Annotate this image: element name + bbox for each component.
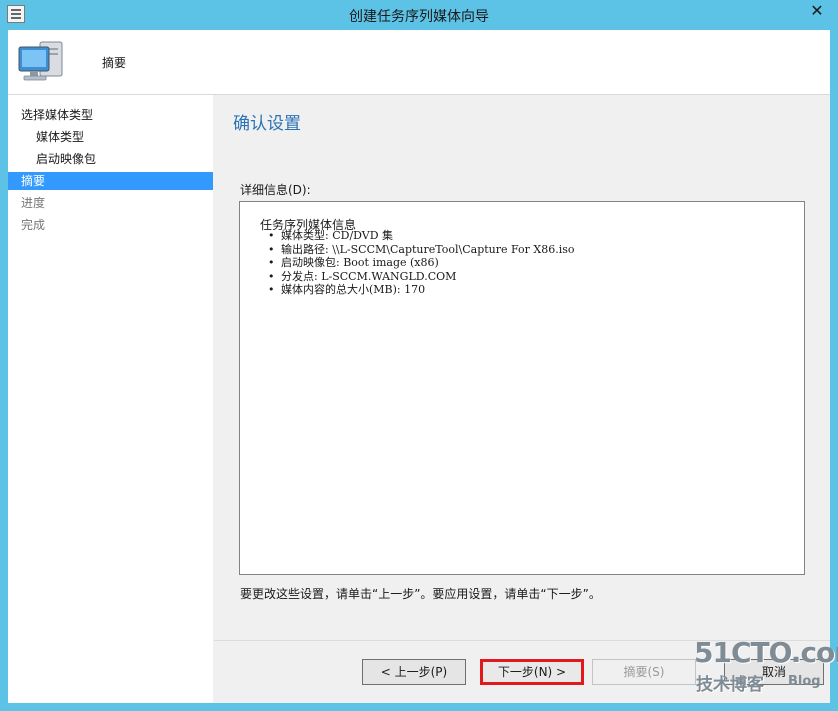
computer-monitor-icon	[18, 41, 63, 81]
detail-boot-image: • 启动映像包: Boot image (x86)	[268, 256, 439, 269]
page-title: 确认设置	[233, 114, 301, 134]
detail-distribution-point: • 分发点: L-SCCM.WANGLD.COM	[268, 269, 457, 283]
wizard-nav: 选择媒体类型 媒体类型 启动映像包 摘要 进度 完成	[8, 95, 213, 703]
summary-button: 摘要(S)	[592, 659, 696, 685]
wizard-header: 摘要	[8, 30, 830, 95]
wizard-window: 摘要 选择媒体类型 媒体类型 启动映像包 摘要 进度 完成 确认设置 详细信息(…	[8, 30, 830, 703]
wizard-content: 确认设置 详细信息(D): 任务序列媒体信息 • 媒体类型: CD/DVD 集 •…	[214, 95, 830, 703]
title-bar[interactable]: 创建任务序列媒体向导 ✕	[0, 0, 838, 30]
close-button[interactable]: ✕	[800, 0, 834, 24]
nav-item-boot-image[interactable]: 启动映像包	[8, 150, 213, 168]
detail-output-path: • 输出路径: \\L-SCCM\CaptureTool\Capture For …	[268, 242, 575, 256]
nav-item-progress: 进度	[21, 196, 46, 210]
window-title: 创建任务序列媒体向导	[349, 9, 489, 25]
nav-item-select-media-type[interactable]: 选择媒体类型	[8, 106, 213, 124]
nav-item-complete: 完成	[21, 218, 46, 232]
detail-total-size: • 媒体内容的总大小(MB): 170	[268, 283, 426, 296]
details-list: • 媒体类型: CD/DVD 集 • 输出路径: \\L-SCCM\CaptureT…	[258, 229, 575, 297]
details-textbox[interactable]: 任务序列媒体信息 • 媒体类型: CD/DVD 集 • 输出路径: \\L-SCCM…	[239, 201, 805, 575]
button-divider	[214, 640, 830, 641]
details-label: 详细信息(D):	[240, 183, 311, 197]
hint-text: 要更改这些设置，请单击“上一步”。要应用设置，请单击“下一步”。	[240, 587, 601, 601]
cancel-button[interactable]: 取消	[724, 659, 824, 685]
detail-media-type: • 媒体类型: CD/DVD 集	[268, 229, 394, 242]
nav-item-media-type[interactable]: 媒体类型	[8, 128, 213, 146]
header-title: 摘要	[102, 56, 127, 70]
nav-item-summary[interactable]: 摘要	[8, 172, 213, 190]
next-button[interactable]: 下一步(N) >	[480, 659, 584, 685]
previous-button[interactable]: < 上一步(P)	[362, 659, 466, 685]
